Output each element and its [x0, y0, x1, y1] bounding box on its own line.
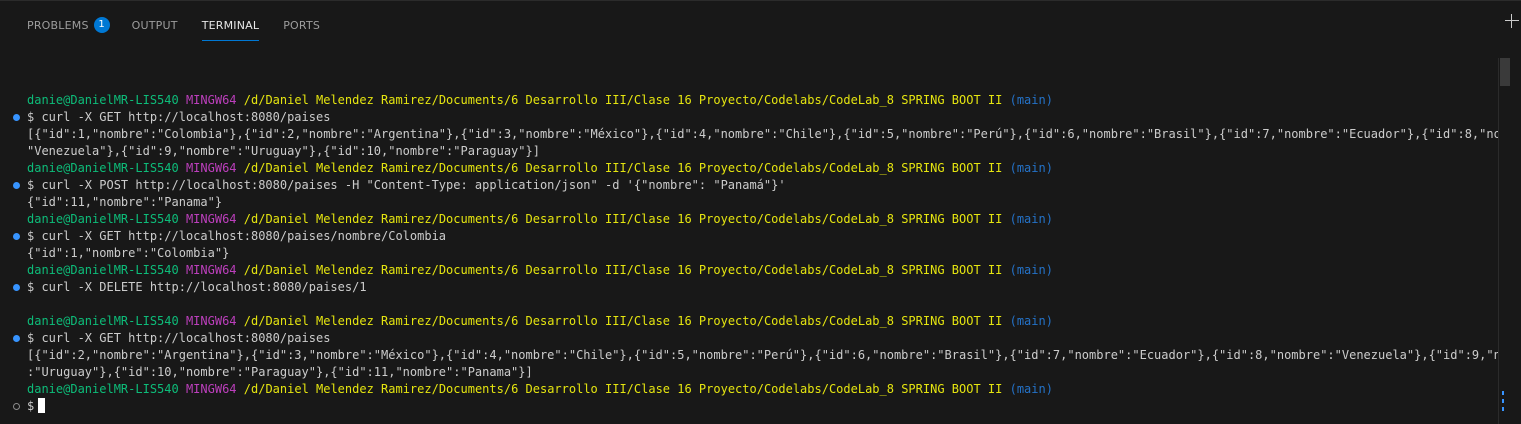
command-text: $ curl -X GET http://localhost:8080/pais… [27, 229, 447, 243]
output-line: [{"id":1,"nombre":"Colombia"},{"id":2,"n… [27, 127, 1498, 141]
prompt-line: danie@DanielMR-LIS540 MINGW64 /d/Daniel … [0, 313, 1498, 330]
prompt-branch: (main) [1009, 382, 1053, 396]
command-line: $ curl -X GET http://localhost:8080/pais… [0, 228, 1498, 245]
prompt-line: danie@DanielMR-LIS540 MINGW64 /d/Daniel … [0, 211, 1498, 228]
prompt-path: /d/Daniel Melendez Ramirez/Documents/6 D… [243, 314, 1003, 328]
prompt-line: danie@DanielMR-LIS540 MINGW64 /d/Daniel … [0, 262, 1498, 279]
prompt-path: /d/Daniel Melendez Ramirez/Documents/6 D… [243, 161, 1003, 175]
pending-command-icon [13, 403, 20, 410]
prompt-line: danie@DanielMR-LIS540 MINGW64 /d/Daniel … [0, 92, 1498, 109]
prompt-line: danie@DanielMR-LIS540 MINGW64 /d/Daniel … [0, 160, 1498, 177]
prompt-user: danie@DanielMR-LIS540 [27, 314, 179, 328]
command-line: $ curl -X GET http://localhost:8080/pais… [0, 330, 1498, 347]
output-line: {"id":1,"nombre":"Colombia"} [27, 246, 230, 260]
text-cursor [38, 398, 46, 413]
tab-terminal-label: TERMINAL [201, 19, 260, 32]
prompt-user: danie@DanielMR-LIS540 [27, 263, 179, 277]
prompt-path: /d/Daniel Melendez Ramirez/Documents/6 D… [243, 263, 1003, 277]
command-line: $ curl -X DELETE http://localhost:8080/p… [0, 279, 1498, 296]
prompt-branch: (main) [1009, 314, 1053, 328]
prompt-path: /d/Daniel Melendez Ramirez/Documents/6 D… [243, 212, 1003, 226]
command-success-icon[interactable] [13, 233, 20, 240]
command-text: $ curl -X POST http://localhost:8080/pai… [27, 178, 786, 192]
tab-terminal[interactable]: TERMINAL [201, 9, 260, 41]
prompt-host: MINGW64 [185, 314, 237, 328]
scrollbar-decoration-mark [1502, 407, 1504, 411]
prompt-user: danie@DanielMR-LIS540 [27, 212, 179, 226]
command-success-icon[interactable] [13, 182, 20, 189]
prompt-host: MINGW64 [185, 263, 237, 277]
tab-ports-label: PORTS [283, 19, 321, 32]
tab-output[interactable]: OUTPUT [132, 9, 178, 39]
prompt-branch: (main) [1009, 263, 1053, 277]
input-line[interactable]: $ [0, 398, 1498, 415]
terminal-panel: PROBLEMS 1 OUTPUT TERMINAL PORTS danie@D… [0, 0, 1521, 424]
prompt-host: MINGW64 [185, 161, 237, 175]
tab-problems[interactable]: PROBLEMS 1 [27, 9, 110, 39]
terminal-scrollbar[interactable] [1498, 58, 1510, 424]
prompt-branch: (main) [1009, 161, 1053, 175]
panel-tabs: PROBLEMS 1 OUTPUT TERMINAL PORTS [0, 9, 1490, 41]
output-line: {"id":11,"nombre":"Panama"} [27, 195, 223, 209]
prompt-symbol: $ [27, 399, 35, 413]
command-success-icon[interactable] [13, 114, 20, 121]
prompt-user: danie@DanielMR-LIS540 [27, 382, 179, 396]
prompt-user: danie@DanielMR-LIS540 [27, 93, 179, 107]
prompt-path: /d/Daniel Melendez Ramirez/Documents/6 D… [243, 93, 1003, 107]
tab-ports[interactable]: PORTS [283, 9, 320, 39]
command-text: $ curl -X GET http://localhost:8080/pais… [27, 110, 331, 124]
command-success-icon[interactable] [13, 335, 20, 342]
scrollbar-decoration-mark [1502, 399, 1504, 403]
output-line: [{"id":2,"nombre":"Argentina"},{"id":3,"… [27, 348, 1498, 362]
command-text: $ curl -X GET http://localhost:8080/pais… [27, 331, 331, 345]
prompt-branch: (main) [1009, 93, 1053, 107]
prompt-host: MINGW64 [185, 212, 237, 226]
terminal-output[interactable]: danie@DanielMR-LIS540 MINGW64 /d/Daniel … [0, 92, 1498, 424]
command-line: $ curl -X POST http://localhost:8080/pai… [0, 177, 1498, 194]
prompt-line: danie@DanielMR-LIS540 MINGW64 /d/Daniel … [0, 381, 1498, 398]
prompt-host: MINGW64 [185, 382, 237, 396]
new-terminal-plus-icon[interactable] [1505, 14, 1519, 28]
prompt-user: danie@DanielMR-LIS540 [27, 161, 179, 175]
prompt-host: MINGW64 [185, 93, 237, 107]
problems-count-badge: 1 [93, 17, 110, 33]
scrollbar-decoration-mark [1502, 391, 1504, 395]
output-line: "Venezuela"},{"id":9,"nombre":"Uruguay"}… [27, 144, 540, 158]
prompt-path: /d/Daniel Melendez Ramirez/Documents/6 D… [243, 382, 1003, 396]
command-success-icon[interactable] [13, 284, 20, 291]
tab-output-label: OUTPUT [131, 19, 178, 32]
command-line: $ curl -X GET http://localhost:8080/pais… [0, 109, 1498, 126]
scrollbar-thumb[interactable] [1500, 58, 1510, 86]
prompt-branch: (main) [1009, 212, 1053, 226]
output-line: :"Uruguay"},{"id":10,"nombre":"Paraguay"… [27, 365, 533, 379]
tab-problems-label: PROBLEMS [27, 19, 89, 32]
command-text: $ curl -X DELETE http://localhost:8080/p… [27, 280, 367, 294]
